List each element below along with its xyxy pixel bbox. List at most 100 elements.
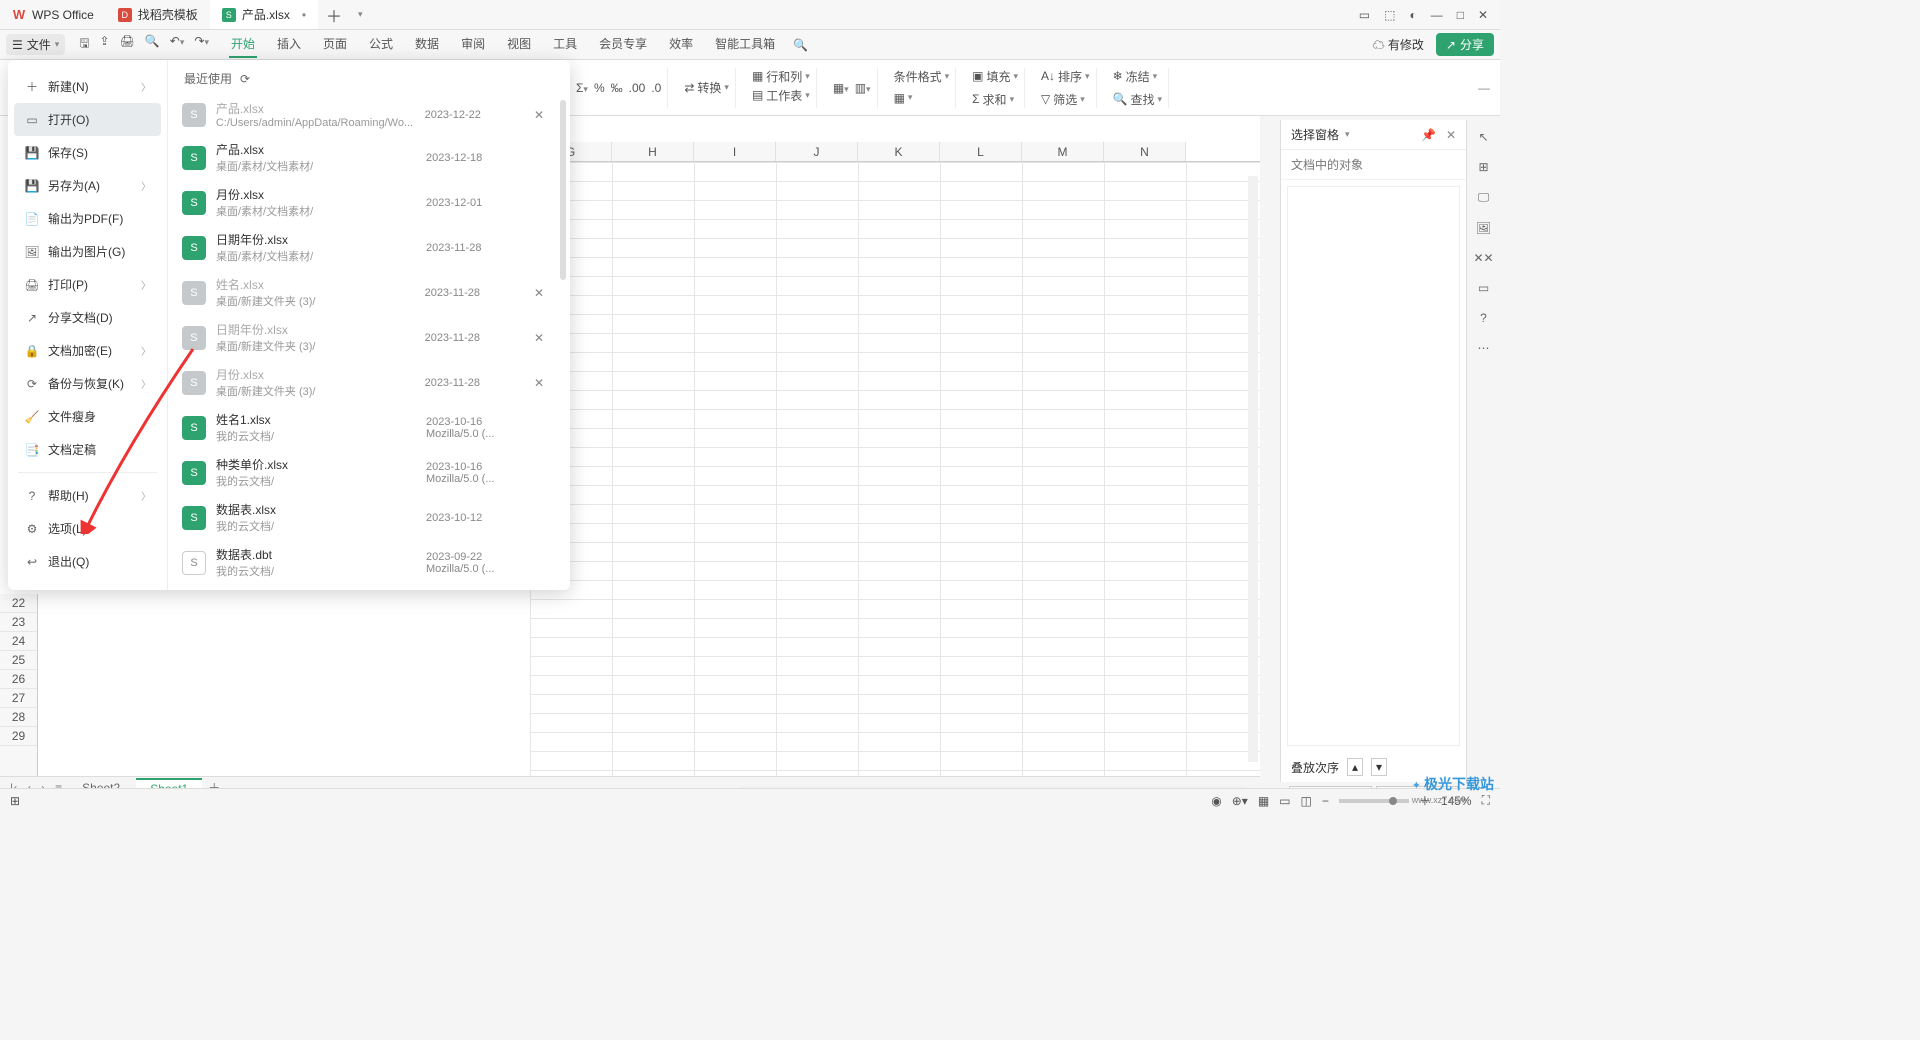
freeze-button[interactable]: ❄ 冻结▾ <box>1113 68 1158 85</box>
menu-tab-会员专享[interactable]: 会员专享 <box>597 31 649 58</box>
file-menu-item[interactable]: ⚙选项(L) <box>14 512 161 545</box>
redo-icon[interactable]: ↷▾ <box>194 34 209 55</box>
screen-icon[interactable]: 🖵 <box>1478 190 1490 205</box>
preview-icon[interactable]: 🔍 <box>145 34 160 55</box>
tab-template[interactable]: D 找稻壳模板 <box>106 0 210 29</box>
more-icon[interactable]: ⋯ <box>1478 341 1490 355</box>
row-header[interactable]: 22 <box>0 594 37 613</box>
row-header[interactable]: 26 <box>0 670 37 689</box>
file-menu-item[interactable]: ⟳备份与恢复(K)〉 <box>14 367 161 400</box>
file-menu-button[interactable]: ☰ 文件 ▾ <box>6 34 65 55</box>
split-icon[interactable]: ▥▾ <box>855 81 871 95</box>
share-button[interactable]: ↗ 分享 <box>1436 33 1494 56</box>
remove-recent-icon[interactable]: ✕ <box>534 108 550 122</box>
fill-button[interactable]: ▣ 填充▾ <box>972 68 1018 85</box>
column-header[interactable]: J <box>776 142 858 161</box>
user-icon[interactable]: ◐ <box>1409 8 1416 22</box>
cube-icon[interactable]: ⬚ <box>1384 8 1395 22</box>
save-icon[interactable]: 🖫 <box>79 34 89 55</box>
tools-icon[interactable]: ✕✕ <box>1473 251 1493 265</box>
zoom-out-icon[interactable]: − <box>1322 794 1329 808</box>
column-header[interactable]: N <box>1104 142 1186 161</box>
column-header[interactable]: I <box>694 142 776 161</box>
select-icon[interactable]: ↖ <box>1478 130 1488 144</box>
recent-file-item[interactable]: S姓名.xlsx桌面/新建文件夹 (3)/2023-11-28✕ <box>176 270 556 315</box>
file-menu-item[interactable]: 🖨打印(P)〉 <box>14 268 161 301</box>
recent-scrollbar[interactable] <box>560 100 566 280</box>
recent-file-item[interactable]: S月份.xlsx桌面/新建文件夹 (3)/2023-11-28✕ <box>176 360 556 405</box>
remove-recent-icon[interactable]: ✕ <box>534 331 550 345</box>
eye-icon[interactable]: ◉ <box>1211 794 1221 808</box>
row-header[interactable]: 24 <box>0 632 37 651</box>
column-header[interactable]: H <box>612 142 694 161</box>
new-tab-button[interactable]: ＋ <box>318 3 350 27</box>
stack-up-button[interactable]: ▴ <box>1347 758 1363 776</box>
convert-button[interactable]: ⇄ 转换▾ <box>684 79 729 96</box>
recent-file-item[interactable]: S月份.xlsx桌面/素材/文档素材/2023-12-01 <box>176 180 556 225</box>
stack-down-button[interactable]: ▾ <box>1371 758 1387 776</box>
row-header[interactable]: 28 <box>0 708 37 727</box>
help-icon[interactable]: ? <box>1480 311 1487 325</box>
target-icon[interactable]: ⊕▾ <box>1232 794 1248 808</box>
file-menu-item[interactable]: 🖼输出为图片(G) <box>14 235 161 268</box>
recent-file-item[interactable]: S姓名1.xlsx我的云文档/2023-10-16Mozilla/5.0 (..… <box>176 405 556 450</box>
pin-icon[interactable]: 📌 <box>1421 128 1436 142</box>
file-menu-item[interactable]: ?帮助(H)〉 <box>14 479 161 512</box>
condfmt-button[interactable]: 条件格式▾ <box>894 68 950 85</box>
file-menu-item[interactable]: 🔒文档加密(E)〉 <box>14 334 161 367</box>
device-icon[interactable]: ▭ <box>1478 281 1489 295</box>
worksheet-button[interactable]: ▤ 工作表▾ <box>752 87 810 104</box>
recent-file-item[interactable]: S数据表.dbt我的云文档/2023-09-22Mozilla/5.0 (... <box>176 540 556 582</box>
tab-list-dropdown[interactable]: ▾ <box>350 9 371 20</box>
find-button[interactable]: 🔍 查找▾ <box>1113 91 1163 108</box>
tab-wps[interactable]: W WPS Office <box>0 0 106 29</box>
menu-tab-插入[interactable]: 插入 <box>275 31 303 58</box>
grid[interactable] <box>530 162 1260 782</box>
refresh-icon[interactable]: ⟳ <box>240 72 250 86</box>
file-menu-item[interactable]: 💾保存(S) <box>14 136 161 169</box>
file-menu-item[interactable]: ↩退出(Q) <box>14 545 161 578</box>
ribbon-collapse-icon[interactable]: — <box>1478 81 1490 95</box>
menu-tab-视图[interactable]: 视图 <box>505 31 533 58</box>
zoom-slider[interactable] <box>1339 799 1409 803</box>
minimize-icon[interactable]: — <box>1431 8 1443 22</box>
close-icon[interactable]: ✕ <box>1446 128 1456 142</box>
undo-icon[interactable]: ↶▾ <box>170 34 185 55</box>
recent-file-item[interactable]: S日期年份.xlsx桌面/新建文件夹 (3)/2023-11-28✕ <box>176 315 556 360</box>
filter-button[interactable]: ▽ 筛选▾ <box>1041 91 1085 108</box>
recent-file-item[interactable]: S数据表.xlsx我的云文档/2023-10-12 <box>176 495 556 540</box>
file-menu-item[interactable]: ＋新建(N)〉 <box>14 70 161 103</box>
menu-tab-公式[interactable]: 公式 <box>367 31 395 58</box>
menu-tab-效率[interactable]: 效率 <box>667 31 695 58</box>
chevron-down-icon[interactable]: ▾ <box>1345 129 1350 140</box>
column-header[interactable]: M <box>1022 142 1104 161</box>
remove-recent-icon[interactable]: ✕ <box>534 286 550 300</box>
maximize-icon[interactable]: □ <box>1457 8 1464 22</box>
layout-icon[interactable]: ▭ <box>1359 8 1370 22</box>
recent-file-item[interactable]: S种类单价.xlsx我的云文档/2023-10-16Mozilla/5.0 (.… <box>176 450 556 495</box>
file-menu-item[interactable]: ↗分享文档(D) <box>14 301 161 334</box>
column-header[interactable]: L <box>940 142 1022 161</box>
file-menu-item[interactable]: ▭打开(O) <box>14 103 161 136</box>
menu-tab-审阅[interactable]: 审阅 <box>459 31 487 58</box>
group-icon[interactable]: ⊞ <box>1478 160 1488 174</box>
sum2-button[interactable]: Σ 求和▾ <box>972 91 1014 108</box>
file-menu-item[interactable]: 📑文档定稿 <box>14 433 161 466</box>
file-menu-item[interactable]: 💾另存为(A)〉 <box>14 169 161 202</box>
print-icon[interactable]: 🖨 <box>120 34 135 55</box>
view-page-icon[interactable]: ▭ <box>1279 794 1290 808</box>
menu-tab-工具[interactable]: 工具 <box>551 31 579 58</box>
view-split-icon[interactable]: ◫ <box>1301 794 1312 808</box>
recent-file-item[interactable]: S产品.xlsxC:/Users/admin/AppData/Roaming/W… <box>176 94 556 135</box>
rowcol-button[interactable]: ▦ 行和列▾ <box>752 68 810 85</box>
menu-tab-数据[interactable]: 数据 <box>413 31 441 58</box>
vertical-scrollbar[interactable] <box>1248 176 1258 762</box>
menu-tab-开始[interactable]: 开始 <box>229 31 257 58</box>
row-header[interactable]: 25 <box>0 651 37 670</box>
export-icon[interactable]: ⇪ <box>100 34 110 55</box>
row-header[interactable]: 29 <box>0 727 37 746</box>
close-icon[interactable]: ✕ <box>1478 8 1488 22</box>
remove-recent-icon[interactable]: ✕ <box>534 376 550 390</box>
view-normal-icon[interactable]: ▦ <box>1258 794 1269 808</box>
file-menu-item[interactable]: 🧹文件瘦身 <box>14 400 161 433</box>
